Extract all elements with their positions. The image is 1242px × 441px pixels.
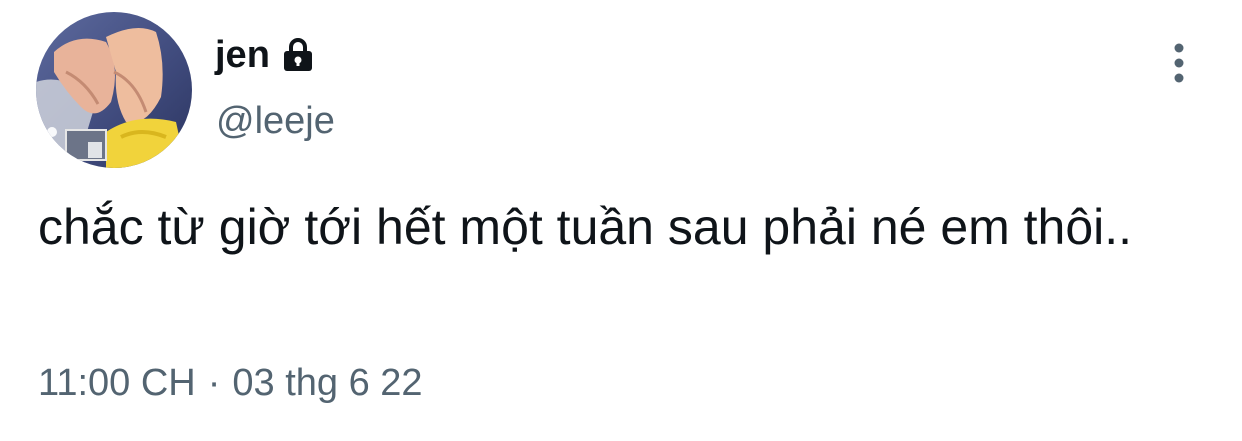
tweet-text: chắc từ giờ tới hết một tuần sau phải né… <box>38 199 1133 255</box>
author-name-row[interactable]: jen <box>215 30 318 80</box>
tweet: jen @leeje chắc từ giờ tới hết một tuần … <box>0 0 1242 441</box>
lock-icon <box>278 35 318 75</box>
display-name[interactable]: jen <box>215 34 270 77</box>
more-vertical-icon <box>1174 43 1184 83</box>
tweet-time[interactable]: 11:00 CH <box>38 362 196 405</box>
tweet-date[interactable]: 03 thg 6 22 <box>232 362 422 405</box>
tweet-timestamp[interactable]: 11:00 CH · 03 thg 6 22 <box>38 362 423 405</box>
avatar[interactable] <box>36 12 192 168</box>
author-handle[interactable]: @leeje <box>216 100 335 143</box>
avatar-image <box>36 12 192 168</box>
separator-dot: · <box>207 362 221 404</box>
more-options-button[interactable] <box>1162 40 1196 86</box>
